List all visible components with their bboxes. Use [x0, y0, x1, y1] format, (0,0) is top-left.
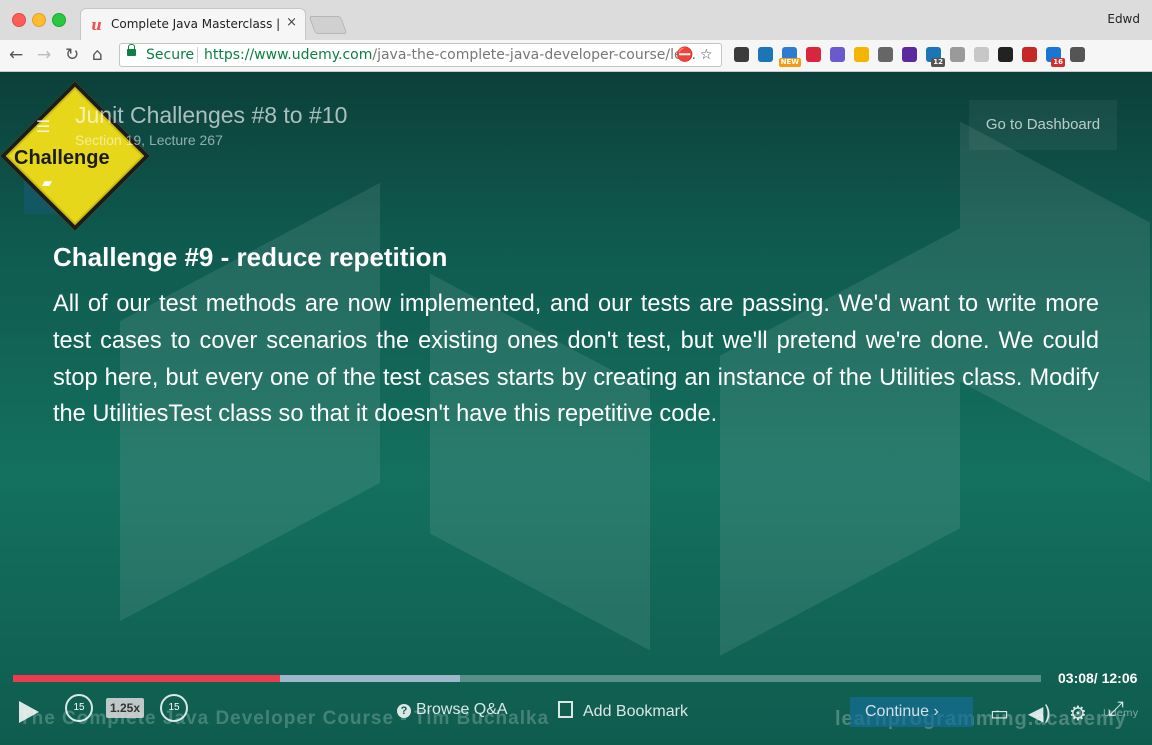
extension-badge: 16: [1051, 58, 1065, 67]
block-icon[interactable]: [902, 47, 917, 62]
browser-tab-active[interactable]: u Complete Java Masterclass | U ×: [80, 8, 306, 40]
s-badge-icon[interactable]: 12: [926, 47, 945, 67]
video-player[interactable]: Challenge ☰ ▰ Junit Challenges #8 to #10…: [0, 72, 1152, 745]
settings-gear-icon[interactable]: ⚙: [1069, 701, 1087, 725]
tab-title: Complete Java Masterclass | U: [111, 17, 281, 31]
browser-toolbar: ← → ↻ ⌂ Secure https://www.udemy.com/jav…: [0, 40, 1152, 72]
link-icon[interactable]: [974, 47, 989, 62]
browse-qa-label: Browse Q&A: [416, 701, 508, 718]
bookmark-star-icon[interactable]: ☆: [700, 47, 713, 63]
extension-badge: 12: [931, 58, 945, 67]
secure-label: Secure: [146, 47, 195, 63]
new-icon[interactable]: NEW: [778, 47, 801, 67]
lecture-subtitle: Section 19, Lecture 267: [75, 132, 223, 148]
maximize-window-button[interactable]: [52, 13, 66, 27]
menu-icon[interactable]: [1070, 47, 1085, 62]
close-window-button[interactable]: [12, 13, 26, 27]
s-icon[interactable]: [758, 47, 773, 62]
challenge-body: All of our test methods are now implemen…: [53, 291, 1099, 428]
curriculum-menu-icon[interactable]: ☰: [36, 117, 50, 136]
chevron-right-icon: ›: [933, 703, 939, 720]
calendar-icon[interactable]: 16: [1046, 47, 1065, 67]
time-display: 03:08/ 12:06: [1058, 670, 1138, 686]
browse-qa-button[interactable]: ? Browse Q&A: [397, 701, 508, 719]
question-icon: ?: [397, 704, 411, 718]
new-tab-button[interactable]: [308, 16, 348, 34]
pocket-icon[interactable]: [806, 47, 821, 62]
playback-speed-button[interactable]: 1.25x: [106, 698, 144, 718]
t-icon[interactable]: [1022, 47, 1037, 62]
progress-bar[interactable]: [13, 675, 1041, 682]
home-icon[interactable]: ⌂: [92, 45, 103, 65]
reload-icon[interactable]: ↻: [65, 45, 79, 65]
captions-icon[interactable]: ▭: [990, 701, 1009, 725]
minimize-window-button[interactable]: [32, 13, 46, 27]
browser-tab-strip: u Complete Java Masterclass | U × Edwd: [0, 0, 1152, 41]
udemy-favicon-icon: u: [91, 16, 102, 34]
challenge-heading: Challenge #9 - reduce repetition: [53, 242, 448, 272]
address-bar[interactable]: Secure https://www.udemy.com/java-the-co…: [119, 43, 722, 67]
go-to-dashboard-button[interactable]: Go to Dashboard: [969, 100, 1117, 150]
profile-name[interactable]: Edwd: [1107, 12, 1140, 26]
play-icon[interactable]: [19, 701, 39, 723]
back-arrow-icon[interactable]: ←: [9, 45, 23, 65]
evernote-icon[interactable]: [734, 47, 749, 62]
challenge-sign-label: Challenge: [14, 147, 110, 169]
url-separator: [197, 47, 198, 63]
progress-played: [13, 675, 281, 682]
google-icon[interactable]: [854, 47, 869, 62]
rewind-15-button[interactable]: 15: [65, 694, 93, 722]
url-text: https://www.udemy.com/java-the-complete-…: [204, 47, 696, 63]
add-bookmark-button[interactable]: Add Bookmark: [558, 701, 688, 721]
sync-icon[interactable]: [830, 47, 845, 62]
forward-arrow-icon[interactable]: →: [37, 45, 51, 65]
continue-label: Continue: [865, 703, 930, 720]
folder-icon[interactable]: ▰: [42, 176, 52, 191]
scissors-icon[interactable]: [950, 47, 965, 62]
fullscreen-icon[interactable]: ⤢: [1108, 696, 1124, 720]
grid-icon[interactable]: [998, 47, 1013, 62]
lecture-title: Junit Challenges #8 to #10: [75, 102, 348, 128]
lock-icon: [127, 44, 136, 56]
url-path: /java-the-complete-java-developer-course…: [372, 47, 696, 63]
extension-badge: NEW: [778, 58, 801, 67]
blocked-popup-icon[interactable]: ⛔: [676, 47, 693, 63]
add-bookmark-label: Add Bookmark: [583, 703, 688, 720]
continue-button[interactable]: Continue ›: [850, 697, 973, 727]
tab-close-icon[interactable]: ×: [286, 15, 297, 30]
bookmark-icon: [558, 701, 573, 718]
volume-icon[interactable]: ◀): [1028, 701, 1051, 725]
gear-icon[interactable]: [878, 47, 893, 62]
forward-15-button[interactable]: 15: [160, 694, 188, 722]
url-host: https://www.udemy.com: [204, 47, 373, 63]
